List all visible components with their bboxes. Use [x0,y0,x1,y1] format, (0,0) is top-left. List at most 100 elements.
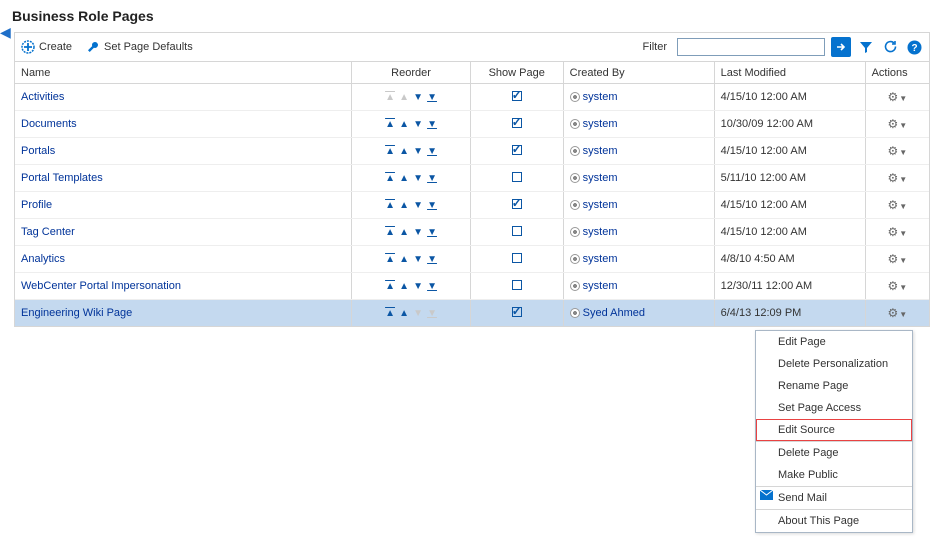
move-down-icon[interactable]: ▼ [411,146,425,157]
table-row[interactable]: WebCenter Portal Impersonation▲▲▼▼system… [15,273,929,300]
table-row[interactable]: Portal Templates▲▲▼▼system5/11/10 12:00 … [15,165,929,192]
move-up-icon[interactable]: ▲ [397,146,411,157]
actions-gear-button[interactable]: ⚙ [887,90,898,104]
table-row[interactable]: Portals▲▲▼▼system4/15/10 12:00 AM⚙▼ [15,138,929,165]
funnel-filter-button[interactable] [857,38,875,56]
show-page-checkbox[interactable] [512,199,522,209]
move-down-icon[interactable]: ▼ [411,281,425,292]
move-bottom-icon[interactable]: ▼ [425,119,439,130]
page-name-link[interactable]: Documents [21,118,77,130]
help-button[interactable]: ? [905,38,923,56]
show-page-checkbox[interactable] [512,91,522,101]
show-page-checkbox[interactable] [512,145,522,155]
col-modified[interactable]: Last Modified [714,62,865,84]
move-up-icon[interactable]: ▲ [397,200,411,211]
collapse-arrow-icon[interactable]: ◀ [0,24,11,41]
created-by-link[interactable]: system [583,226,618,238]
show-page-checkbox[interactable] [512,280,522,290]
move-bottom-icon[interactable]: ▼ [425,227,439,238]
created-by-link[interactable]: system [583,280,618,292]
move-top-icon[interactable]: ▲ [383,308,397,319]
menu-set-page-access[interactable]: Set Page Access [756,397,912,419]
move-down-icon[interactable]: ▼ [411,254,425,265]
move-bottom-icon[interactable]: ▼ [425,200,439,211]
menu-delete-page[interactable]: Delete Page [756,442,912,464]
move-up-icon[interactable]: ▲ [397,173,411,184]
show-page-checkbox[interactable] [512,253,522,263]
move-top-icon[interactable]: ▲ [383,200,397,211]
move-down-icon[interactable]: ▼ [411,119,425,130]
actions-gear-button[interactable]: ⚙ [887,225,898,239]
col-created[interactable]: Created By [563,62,714,84]
move-top-icon[interactable]: ▲ [383,146,397,157]
move-top-icon[interactable]: ▲ [383,227,397,238]
actions-gear-button[interactable]: ⚙ [887,117,898,131]
move-top-icon[interactable]: ▲ [383,119,397,130]
page-name-link[interactable]: Activities [21,91,64,103]
page-name-link[interactable]: Profile [21,199,52,211]
actions-gear-button[interactable]: ⚙ [887,144,898,158]
filter-input[interactable] [677,38,825,56]
created-by-link[interactable]: Syed Ahmed [583,307,645,319]
move-bottom-icon[interactable]: ▼ [425,92,439,103]
menu-about-this-page[interactable]: About This Page [756,510,912,532]
move-bottom-icon[interactable]: ▼ [425,173,439,184]
page-name-link[interactable]: WebCenter Portal Impersonation [21,280,181,292]
show-page-checkbox[interactable] [512,226,522,236]
move-up-icon[interactable]: ▲ [397,119,411,130]
col-show[interactable]: Show Page [470,62,563,84]
table-row[interactable]: Documents▲▲▼▼system10/30/09 12:00 AM⚙▼ [15,111,929,138]
col-actions[interactable]: Actions [865,62,929,84]
move-bottom-icon[interactable]: ▼ [425,281,439,292]
menu-edit-page[interactable]: Edit Page [756,331,912,353]
move-down-icon[interactable]: ▼ [411,200,425,211]
show-page-checkbox[interactable] [512,172,522,182]
col-reorder[interactable]: Reorder [352,62,470,84]
move-down-icon[interactable]: ▼ [411,227,425,238]
move-up-icon[interactable]: ▲ [397,308,411,319]
created-by-link[interactable]: system [583,253,618,265]
move-top-icon[interactable]: ▲ [383,254,397,265]
page-name-link[interactable]: Analytics [21,253,65,265]
move-down-icon[interactable]: ▼ [411,173,425,184]
actions-gear-button[interactable]: ⚙ [887,252,898,266]
set-page-defaults-button[interactable]: Set Page Defaults [86,40,193,54]
actions-gear-button[interactable]: ⚙ [887,306,898,320]
move-up-icon[interactable]: ▲ [397,281,411,292]
table-row[interactable]: Activities▲▲▼▼system4/15/10 12:00 AM⚙▼ [15,84,929,111]
actions-gear-button[interactable]: ⚙ [887,171,898,185]
move-up-icon[interactable]: ▲ [397,227,411,238]
refresh-button[interactable] [881,38,899,56]
created-by-link[interactable]: system [583,145,618,157]
menu-delete-personalization[interactable]: Delete Personalization [756,353,912,375]
created-by-link[interactable]: system [583,199,618,211]
table-row[interactable]: Tag Center▲▲▼▼system4/15/10 12:00 AM⚙▼ [15,219,929,246]
show-page-checkbox[interactable] [512,307,522,317]
created-by-link[interactable]: system [583,172,618,184]
move-down-icon[interactable]: ▼ [411,92,425,103]
page-name-link[interactable]: Portal Templates [21,172,103,184]
actions-gear-button[interactable]: ⚙ [887,279,898,293]
created-by-link[interactable]: system [583,118,618,130]
menu-rename-page[interactable]: Rename Page [756,375,912,397]
table-row[interactable]: Engineering Wiki Page▲▲▼▼Syed Ahmed6/4/1… [15,300,929,327]
show-page-checkbox[interactable] [512,118,522,128]
menu-edit-source[interactable]: Edit Source [756,419,912,441]
move-top-icon[interactable]: ▲ [383,281,397,292]
menu-make-public[interactable]: Make Public [756,464,912,486]
table-row[interactable]: Profile▲▲▼▼system4/15/10 12:00 AM⚙▼ [15,192,929,219]
create-button[interactable]: Create [21,40,72,54]
move-bottom-icon[interactable]: ▼ [425,254,439,265]
actions-gear-button[interactable]: ⚙ [887,198,898,212]
created-by-link[interactable]: system [583,91,618,103]
menu-send-mail[interactable]: Send Mail [756,487,912,509]
move-up-icon[interactable]: ▲ [397,254,411,265]
table-row[interactable]: Analytics▲▲▼▼system4/8/10 4:50 AM⚙▼ [15,246,929,273]
page-name-link[interactable]: Portals [21,145,55,157]
move-top-icon[interactable]: ▲ [383,173,397,184]
filter-go-button[interactable] [831,37,851,57]
page-name-link[interactable]: Tag Center [21,226,75,238]
page-name-link[interactable]: Engineering Wiki Page [21,307,132,319]
col-name[interactable]: Name [15,62,352,84]
move-bottom-icon[interactable]: ▼ [425,146,439,157]
